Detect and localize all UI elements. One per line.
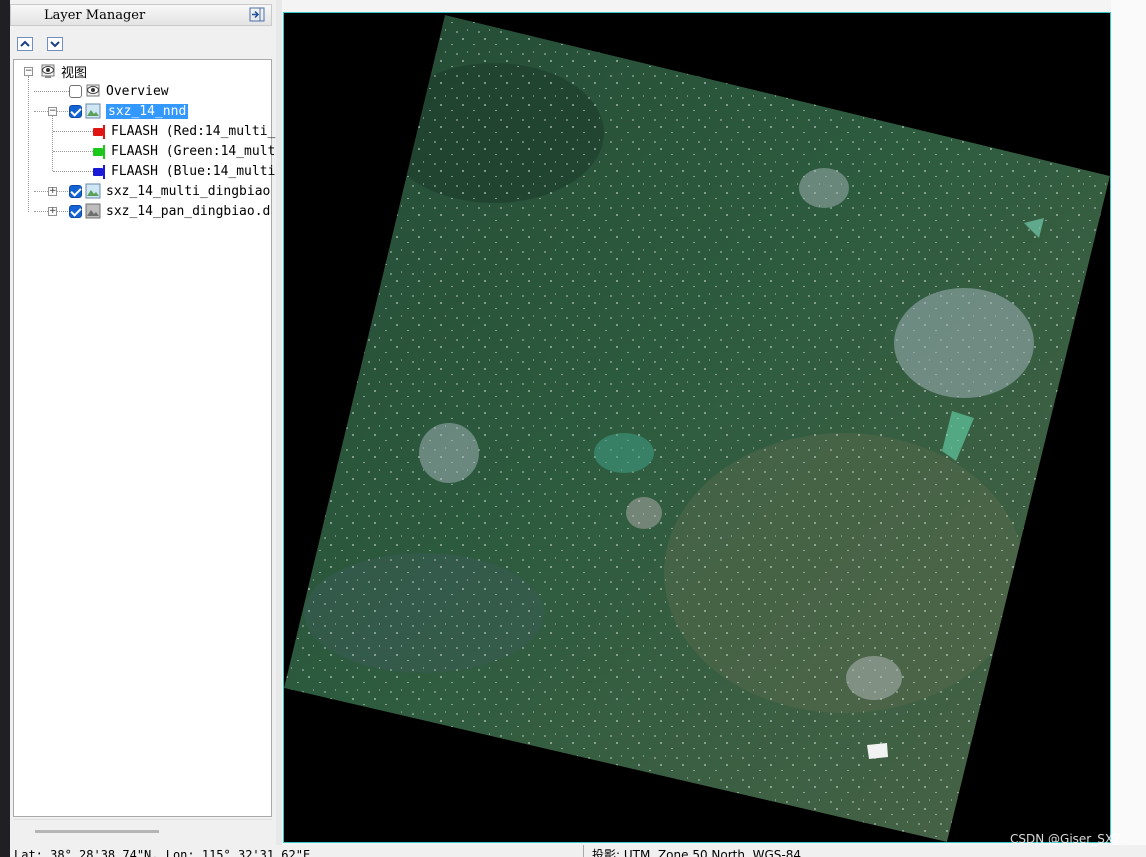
expand-layer-toggle[interactable]: + xyxy=(48,187,57,196)
band-item-green[interactable]: FLAASH (Green:14_mult xyxy=(93,142,275,160)
grayscale-image-icon xyxy=(85,203,101,219)
layer-manager-title: Layer Manager xyxy=(44,7,146,23)
band-label-red: FLAASH (Red:14_multi_ xyxy=(111,123,276,139)
overview-label: Overview xyxy=(106,83,169,99)
blue-band-icon xyxy=(93,164,105,179)
band-label-blue: FLAASH (Blue:14_multi xyxy=(111,163,276,179)
chevron-up-icon xyxy=(20,40,30,47)
overview-checkbox[interactable] xyxy=(69,84,82,98)
layer-visibility-checkbox[interactable] xyxy=(69,204,82,218)
layer2-label: sxz_14_multi_dingbiao xyxy=(106,183,271,199)
watermark: CSDN @Giser_SXZ xyxy=(1010,832,1122,846)
cursor-coordinates: Lat: 38° 28'38.74"N, Lon: 115° 32'31.62"… xyxy=(14,848,311,857)
chevron-down-icon xyxy=(50,41,60,48)
layer-tree: − 视图 Overview − sxz_14_nnd FLAASH (Red:1… xyxy=(13,59,275,817)
band-item-blue[interactable]: FLAASH (Blue:14_multi xyxy=(93,162,275,180)
layer-manager-panel: Layer Manager − 视图 Overview − sxz_14_nnd… xyxy=(10,0,282,845)
eye-view-icon xyxy=(41,64,55,78)
status-bar: Lat: 38° 28'38.74"N, Lon: 115° 32'31.62"… xyxy=(10,845,1146,857)
tree-item-view-root[interactable]: 视图 xyxy=(40,62,88,81)
scrollbar-thumb[interactable] xyxy=(35,830,159,833)
band-label-green: FLAASH (Green:14_mult xyxy=(111,143,276,159)
tree-horizontal-scrollbar[interactable] xyxy=(13,819,272,842)
raster-image-icon xyxy=(85,183,101,199)
layer-manager-title-bar: Layer Manager xyxy=(10,4,272,26)
layer-visibility-checkbox[interactable] xyxy=(69,184,82,198)
dock-pin-icon[interactable] xyxy=(249,7,267,23)
right-edge-strip xyxy=(1111,0,1146,845)
tree-root-label: 视图 xyxy=(61,65,88,81)
tree-item-layer-multi-dingbiao[interactable]: sxz_14_multi_dingbiao xyxy=(69,182,270,200)
window-left-edge xyxy=(0,0,10,857)
panel-splitter[interactable] xyxy=(276,0,282,845)
collapse-root-toggle[interactable]: − xyxy=(24,67,33,76)
green-band-icon xyxy=(93,144,105,159)
eye-view-icon xyxy=(86,84,100,97)
red-band-icon xyxy=(93,124,105,139)
tree-item-overview[interactable]: Overview xyxy=(69,82,169,100)
status-separator xyxy=(583,845,584,857)
tree-item-layer-pan-dingbiao[interactable]: sxz_14_pan_dingbiao.d xyxy=(69,202,270,220)
projection-info: 投影: UTM, Zone 50 North, WGS-84 xyxy=(592,848,801,857)
move-layer-down-button[interactable] xyxy=(47,37,63,51)
expand-layer-toggle[interactable]: + xyxy=(48,207,57,216)
satellite-image xyxy=(284,13,1110,842)
selected-layer-label: sxz_14_nnd xyxy=(104,102,190,120)
move-layer-up-button[interactable] xyxy=(17,37,33,51)
layer-visibility-checkbox[interactable] xyxy=(69,104,82,118)
tree-item-layer-sxz-14-nnd[interactable]: sxz_14_nnd xyxy=(69,102,190,120)
band-item-red[interactable]: FLAASH (Red:14_multi_ xyxy=(93,122,275,140)
collapse-layer-toggle[interactable]: − xyxy=(48,107,57,116)
layer3-label: sxz_14_pan_dingbiao.d xyxy=(106,203,271,219)
raster-image-icon xyxy=(85,103,101,119)
image-display-view[interactable] xyxy=(283,12,1111,843)
